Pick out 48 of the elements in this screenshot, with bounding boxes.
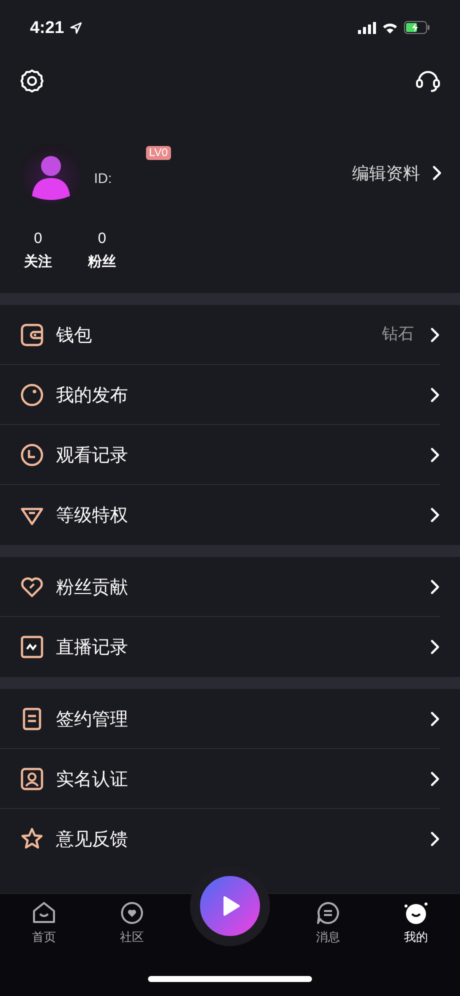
menu-item[interactable]: 我的发布 (0, 365, 440, 425)
star-icon (20, 827, 44, 851)
tab-item[interactable]: 我的 (386, 900, 446, 946)
home-icon (31, 900, 57, 926)
signal-icon (358, 22, 376, 34)
menu-item[interactable]: 实名认证 (0, 749, 440, 809)
clock-icon (20, 442, 44, 466)
stat-label[interactable]: 关注 (24, 253, 52, 271)
chart-icon (20, 635, 44, 659)
heart-icon (20, 574, 44, 598)
edit-profile-link[interactable]: 编辑资料 (352, 162, 420, 184)
menu-item[interactable]: 粉丝贡献 (0, 557, 440, 617)
menu-item[interactable]: 意见反馈 (0, 809, 440, 869)
stat-count: 0 (98, 230, 106, 247)
menu-item[interactable]: 直播记录 (0, 617, 440, 677)
level-badge: LV0 (146, 146, 171, 160)
id-card-icon (20, 766, 44, 790)
wallet-icon (20, 322, 44, 346)
menu-item[interactable]: 观看记录 (0, 425, 440, 485)
menu-item[interactable]: 签约管理 (0, 689, 440, 749)
chevron-icon (430, 507, 440, 523)
menu-value: 钻石 (382, 324, 414, 345)
tab-item[interactable]: 社区 (102, 900, 162, 946)
chevron-icon (430, 770, 440, 786)
document-icon (20, 706, 44, 730)
wifi-icon (382, 22, 398, 34)
menu-item[interactable]: 钱包 钻石 (0, 305, 440, 365)
status-time: 4:21 (30, 18, 64, 38)
tab-item[interactable]: 消息 (298, 900, 358, 946)
menu-item[interactable]: 等级特权 (0, 485, 440, 545)
smiley-face-icon (403, 900, 429, 926)
tab-item[interactable]: 首页 (14, 900, 74, 946)
chevron-icon (430, 386, 440, 402)
chevron-icon (430, 326, 440, 342)
user-id-label: ID: (94, 170, 113, 186)
heart-circle-icon (119, 900, 145, 926)
location-arrow-icon (70, 22, 82, 34)
chevron-icon (430, 639, 440, 655)
settings-icon[interactable] (18, 67, 46, 95)
battery-icon (404, 21, 430, 34)
stat-label[interactable]: 粉丝 (88, 253, 116, 271)
stat-count: 0 (34, 230, 42, 247)
chevron-icon (430, 710, 440, 726)
chevron-icon (432, 165, 442, 181)
chevron-icon (430, 831, 440, 847)
circle-dot-icon (20, 382, 44, 406)
chevron-icon (430, 446, 440, 462)
chevron-icon (430, 578, 440, 594)
